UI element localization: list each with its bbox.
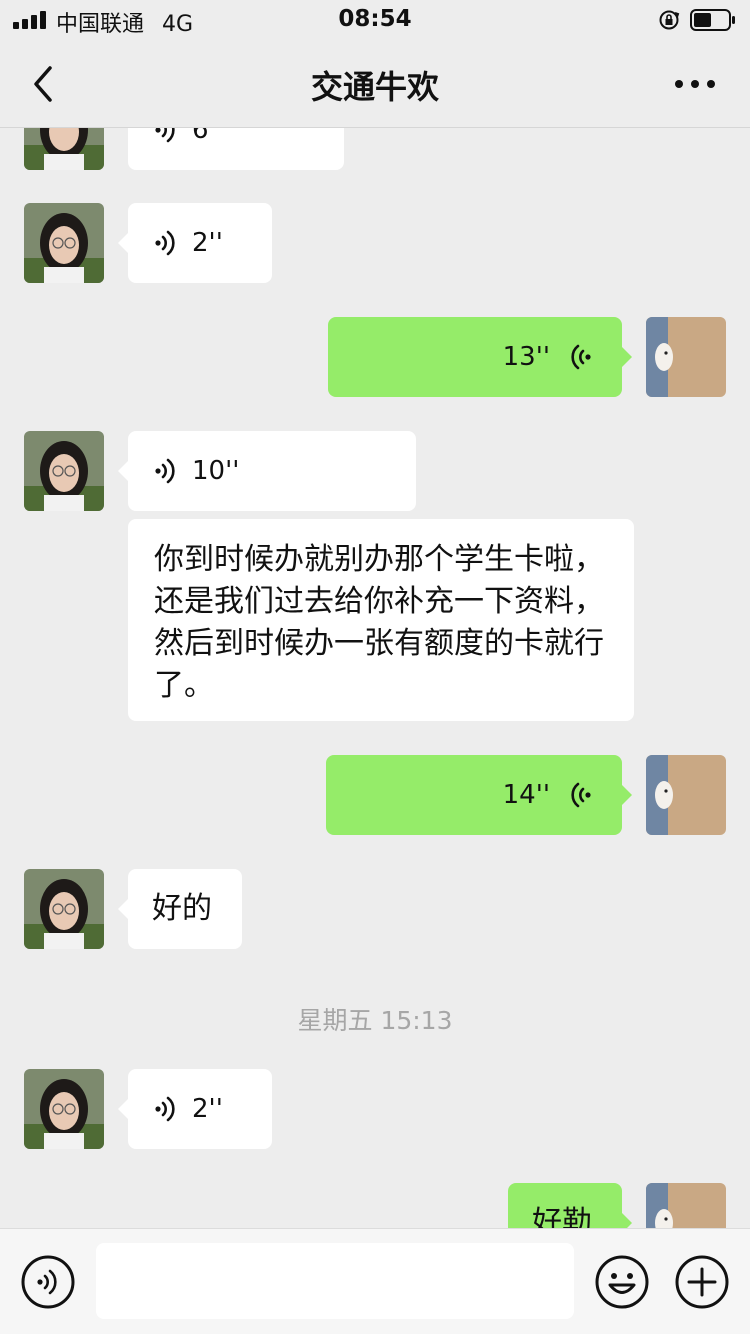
network-type: 4G: [162, 12, 194, 37]
incoming-voice-message[interactable]: 2'': [118, 1069, 272, 1149]
voice-duration: 2'': [192, 1094, 223, 1124]
voice-wave-icon: [571, 782, 591, 808]
contact-avatar[interactable]: [24, 203, 104, 283]
my-avatar[interactable]: [646, 755, 726, 835]
message-timestamp: 星期五 15:13: [297, 1006, 453, 1035]
incoming-voice-message[interactable]: 2'': [118, 203, 272, 283]
voice-wave-icon: [155, 458, 175, 484]
voice-wave-icon: [155, 230, 175, 256]
voice-duration: 2'': [192, 228, 223, 258]
voice-wave-icon: [571, 344, 591, 370]
carrier-info: 中国联通 4G: [56, 6, 193, 38]
emoji-icon[interactable]: [594, 1254, 650, 1310]
contact-avatar[interactable]: [24, 869, 104, 949]
carrier-name: 中国联通: [56, 12, 145, 37]
input-toolbar: [0, 1228, 750, 1334]
message-text: 好勒: [532, 1205, 592, 1228]
voice-wave-icon: [155, 128, 175, 143]
incoming-voice-message[interactable]: 6'': [128, 128, 344, 170]
incoming-voice-message[interactable]: 10'': [118, 431, 416, 511]
contact-avatar[interactable]: [24, 128, 104, 170]
outgoing-text-message[interactable]: 好勒: [508, 1183, 632, 1228]
back-arrow-icon[interactable]: [26, 62, 62, 106]
voice-duration: 10'': [192, 456, 240, 486]
message-list[interactable]: 6'' 2'' 13'' 10'' 你到时候办就别办那个学生卡啦，还是我们过去给…: [0, 128, 750, 1228]
chat-title: 交通牛欢: [310, 68, 439, 106]
voice-duration: 13'': [502, 342, 550, 372]
message-input[interactable]: [96, 1243, 574, 1319]
voice-input-icon[interactable]: [20, 1254, 76, 1310]
add-more-icon[interactable]: [674, 1254, 730, 1310]
chat-header: 交通牛欢: [0, 40, 750, 128]
contact-avatar[interactable]: [24, 431, 104, 511]
voice-duration: 6'': [192, 128, 223, 145]
outgoing-voice-message[interactable]: 14'': [326, 755, 632, 835]
message-text: 你到时候办就别办那个学生卡啦，还是我们过去给你补充一下资料，然后到时候办一张有额…: [154, 542, 604, 703]
my-avatar[interactable]: [646, 317, 726, 397]
more-options-icon[interactable]: [668, 66, 722, 102]
message-text: 好的: [152, 891, 212, 926]
outgoing-voice-message[interactable]: 13'': [328, 317, 632, 397]
my-avatar[interactable]: [646, 1183, 726, 1228]
rotation-lock-icon: [659, 10, 680, 30]
status-bar: 中国联通 4G 08:54: [0, 0, 750, 40]
incoming-text-message[interactable]: 好的: [118, 869, 242, 949]
voice-wave-icon: [155, 1096, 175, 1122]
signal-strength-icon: [13, 11, 49, 29]
battery-icon: [690, 9, 735, 31]
incoming-text-message[interactable]: 你到时候办就别办那个学生卡啦，还是我们过去给你补充一下资料，然后到时候办一张有额…: [128, 519, 634, 721]
contact-avatar[interactable]: [24, 1069, 104, 1149]
voice-duration: 14'': [502, 780, 550, 810]
